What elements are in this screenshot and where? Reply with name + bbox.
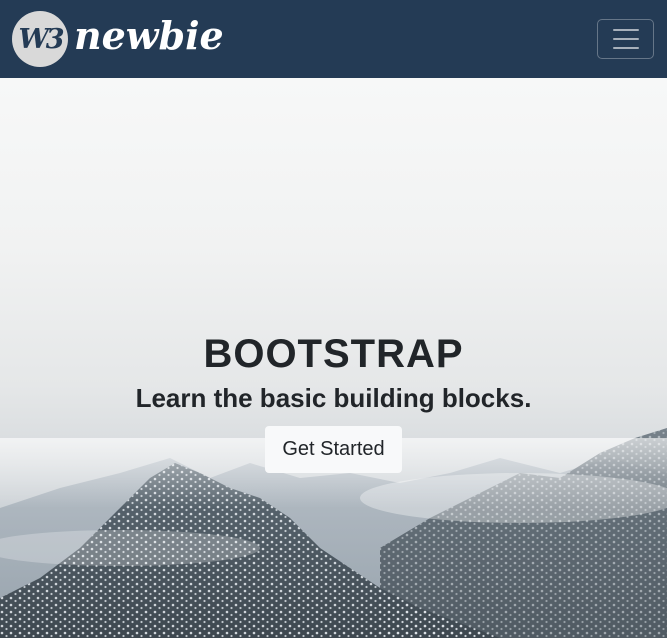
hero-subtitle: Learn the basic building blocks. bbox=[135, 383, 532, 413]
hero-title: BOOTSTRAP bbox=[203, 332, 464, 376]
navbar-toggler-button[interactable] bbox=[597, 19, 654, 59]
logo-text: newbie bbox=[74, 13, 224, 58]
hamburger-icon-bar bbox=[612, 38, 639, 40]
logo-mark: W3 bbox=[12, 11, 68, 67]
hamburger-icon-bar bbox=[612, 29, 639, 31]
hamburger-icon-bar bbox=[612, 47, 639, 49]
get-started-button[interactable]: Get Started bbox=[265, 426, 402, 473]
navbar: W3 newbie bbox=[0, 0, 667, 78]
hero-content: BOOTSTRAP Learn the basic building block… bbox=[0, 330, 667, 473]
brand-logo-link[interactable]: W3 newbie bbox=[12, 11, 224, 67]
hero-section: BOOTSTRAP Learn the basic building block… bbox=[0, 78, 667, 638]
